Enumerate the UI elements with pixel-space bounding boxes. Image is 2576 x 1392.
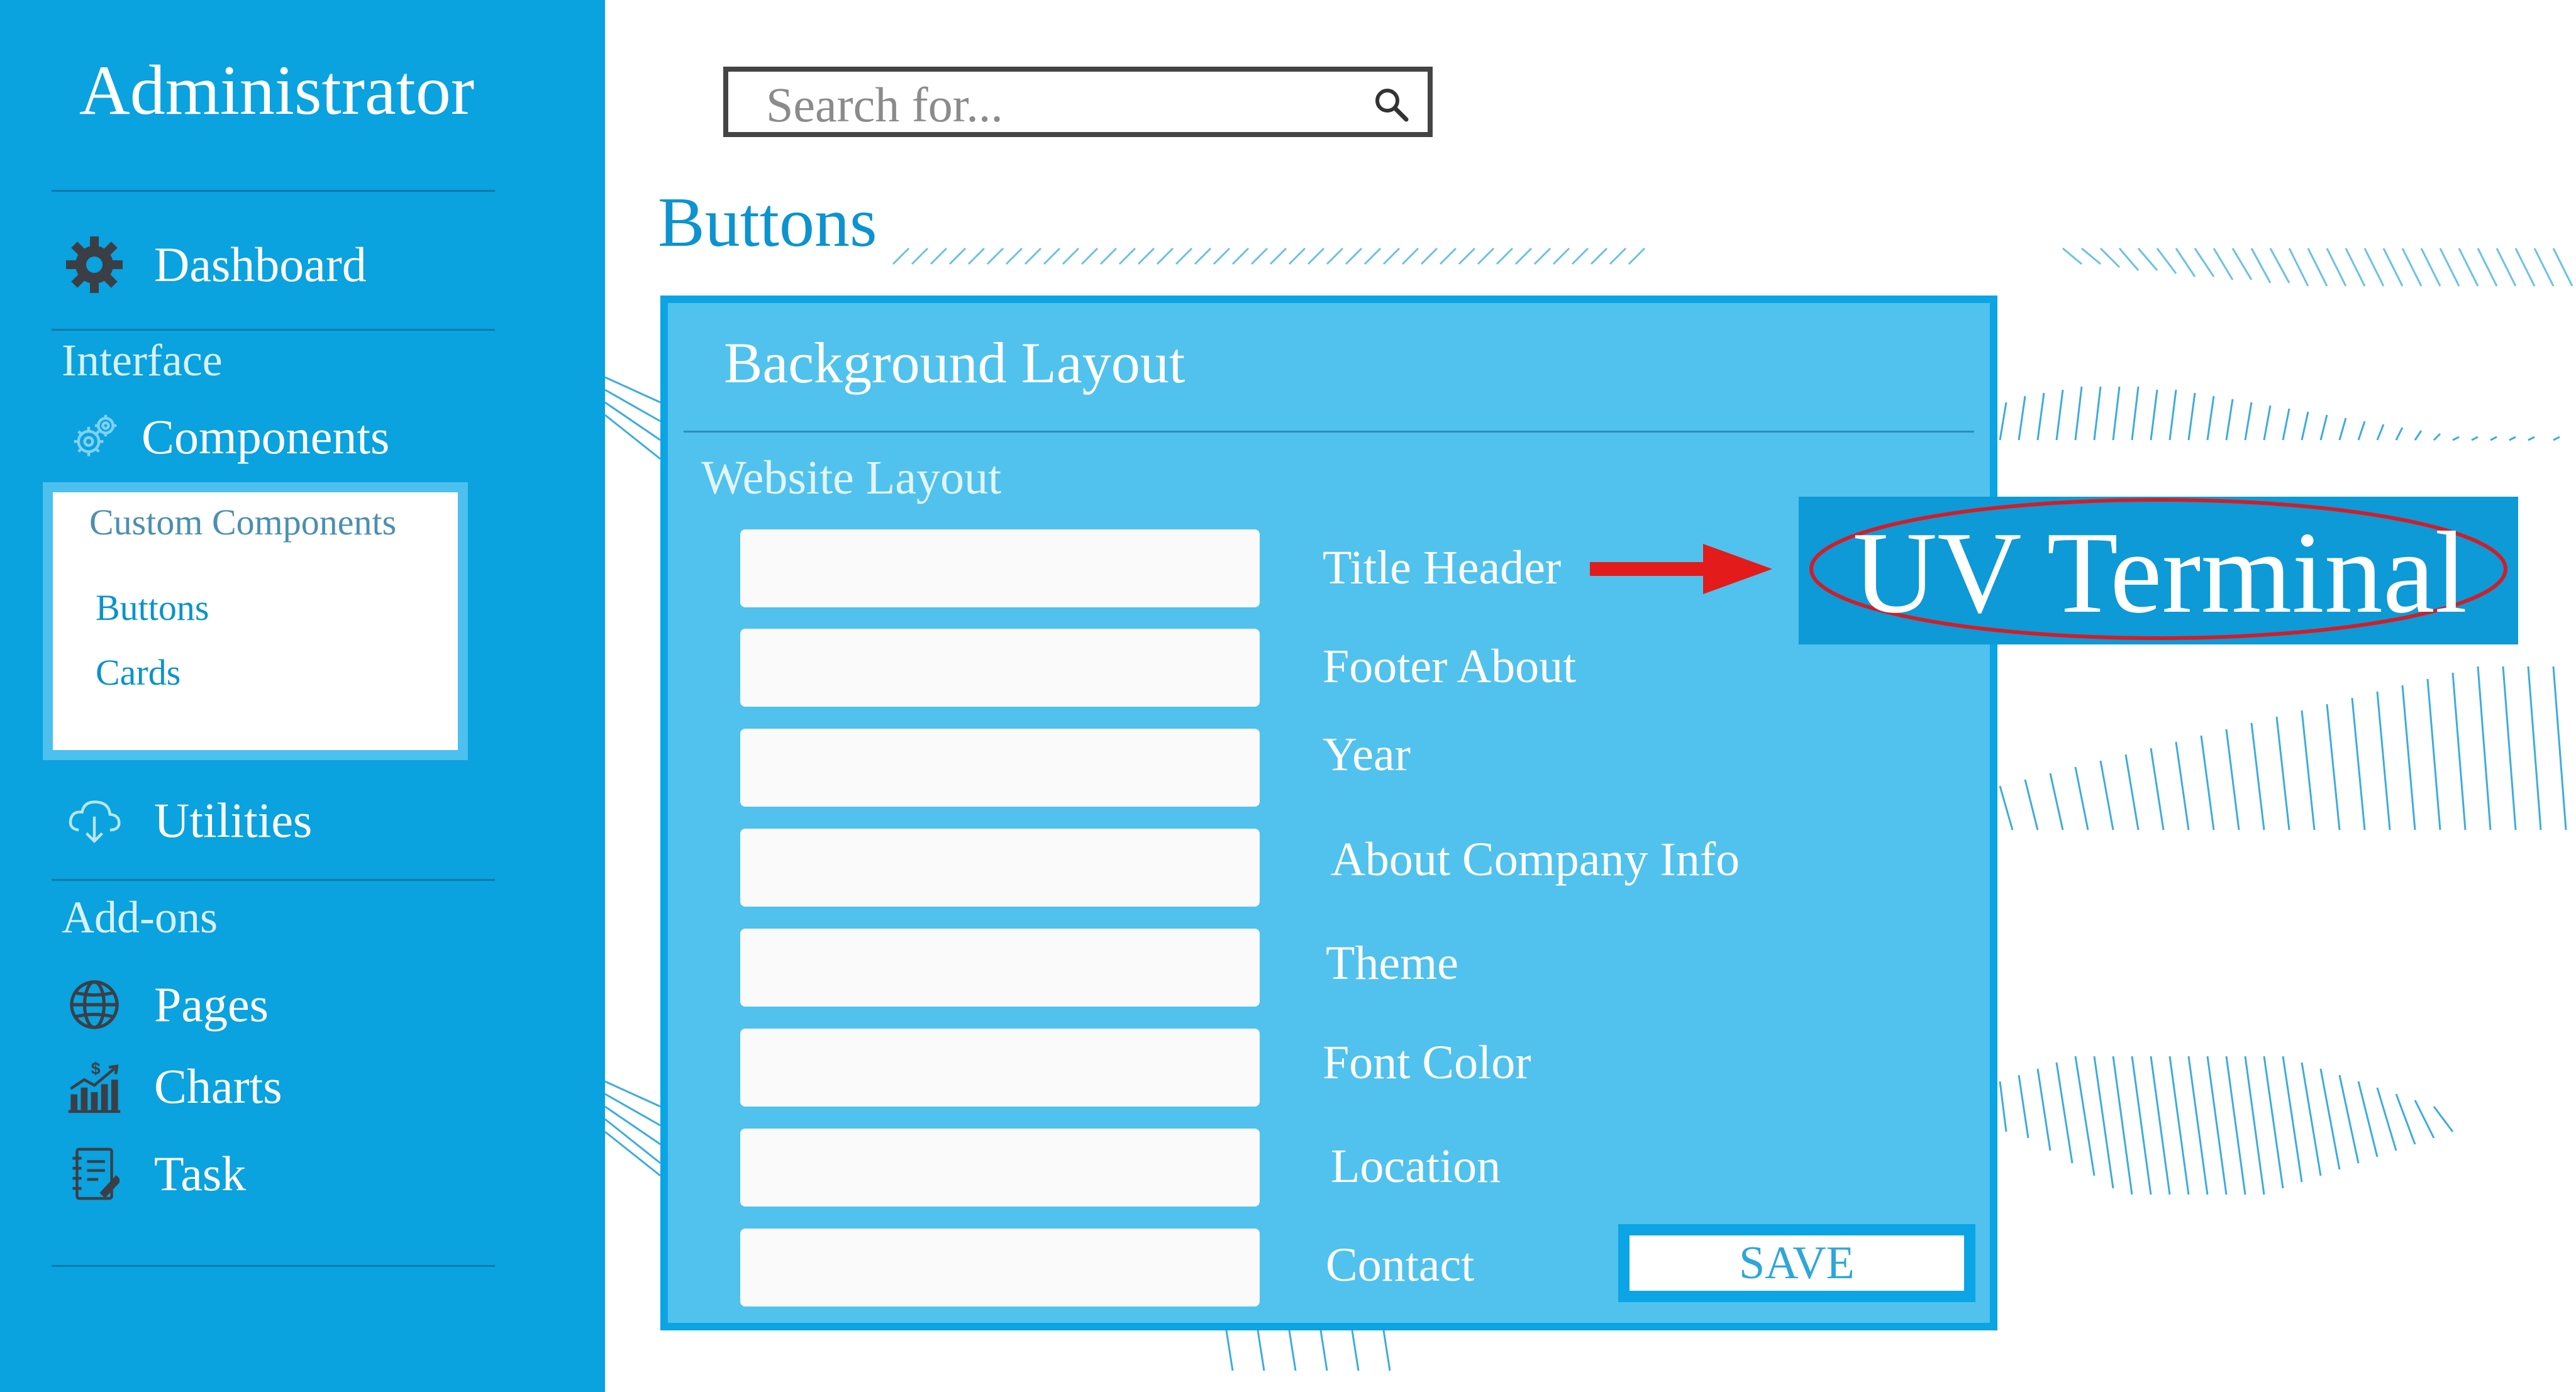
sidebar-item-label: Pages xyxy=(154,977,269,1032)
theme-label: Theme xyxy=(1326,937,1459,990)
sidebar: Administrator Dashboard Interface Compon… xyxy=(0,0,605,1392)
sidebar-divider xyxy=(52,329,495,331)
card-title: Background Layout xyxy=(724,331,1185,395)
sidebar-item-task[interactable]: Task xyxy=(60,1139,246,1208)
background-layout-card: Background Layout Website Layout Title H… xyxy=(660,296,1997,1330)
notebook-icon xyxy=(60,1139,129,1208)
sidebar-item-charts[interactable]: $ Charts xyxy=(60,1052,282,1121)
about-company-info-label: About Company Info xyxy=(1331,833,1740,886)
card-divider xyxy=(684,431,1974,433)
font-color-label: Font Color xyxy=(1323,1036,1531,1089)
brand-preview-text: UV Terminal xyxy=(1853,508,2468,638)
custom-components-title: Custom Components xyxy=(89,502,397,543)
sidebar-link-cards[interactable]: Cards xyxy=(96,651,180,693)
sidebar-item-dashboard[interactable]: Dashboard xyxy=(60,230,367,299)
section-heading-addons: Add-ons xyxy=(62,892,218,942)
page-title: Buttons xyxy=(658,184,877,262)
gears-icon xyxy=(60,402,129,472)
section-heading-interface: Interface xyxy=(62,335,223,385)
sidebar-divider xyxy=(52,879,495,881)
location-input[interactable] xyxy=(740,1129,1260,1207)
sidebar-item-label: Utilities xyxy=(154,793,313,848)
chart-icon: $ xyxy=(60,1052,129,1121)
search-input[interactable]: Search for... xyxy=(766,77,1003,133)
brand-title: Administrator xyxy=(79,52,475,130)
year-label: Year xyxy=(1323,728,1411,781)
sidebar-link-buttons[interactable]: Buttons xyxy=(96,587,209,629)
cloud-download-icon xyxy=(60,786,129,855)
sidebar-item-label: Charts xyxy=(154,1059,282,1113)
year-input[interactable] xyxy=(740,729,1260,807)
gear-icon xyxy=(60,230,129,299)
sidebar-item-components[interactable]: Components xyxy=(60,402,389,472)
font-color-input[interactable] xyxy=(740,1029,1260,1107)
location-label: Location xyxy=(1331,1140,1501,1193)
globe-icon xyxy=(60,970,129,1039)
sidebar-divider xyxy=(52,190,495,192)
card-subtitle: Website Layout xyxy=(701,451,1002,504)
sidebar-item-label: Dashboard xyxy=(154,237,367,292)
footer-about-label: Footer About xyxy=(1323,640,1577,693)
contact-label: Contact xyxy=(1326,1239,1475,1291)
sidebar-item-label: Task xyxy=(154,1146,247,1201)
sidebar-divider xyxy=(52,1265,495,1267)
title-header-input[interactable] xyxy=(740,529,1260,607)
custom-components-panel: Custom Components Buttons Cards xyxy=(43,482,468,760)
theme-input[interactable] xyxy=(740,929,1260,1007)
sidebar-item-label: Components xyxy=(142,409,390,464)
about-company-info-input[interactable] xyxy=(740,829,1260,907)
search-box[interactable]: Search for... xyxy=(723,67,1433,137)
arrow-right-icon xyxy=(1590,544,1772,594)
brand-preview: UV Terminal xyxy=(1799,497,2518,644)
svg-text:$: $ xyxy=(91,1059,101,1078)
search-icon[interactable] xyxy=(1372,86,1410,126)
save-button[interactable]: SAVE xyxy=(1618,1224,1975,1302)
title-header-label: Title Header xyxy=(1323,541,1562,594)
footer-about-input[interactable] xyxy=(740,629,1260,707)
sidebar-item-utilities[interactable]: Utilities xyxy=(60,786,312,855)
sidebar-item-pages[interactable]: Pages xyxy=(60,970,269,1039)
contact-input[interactable] xyxy=(740,1229,1260,1306)
